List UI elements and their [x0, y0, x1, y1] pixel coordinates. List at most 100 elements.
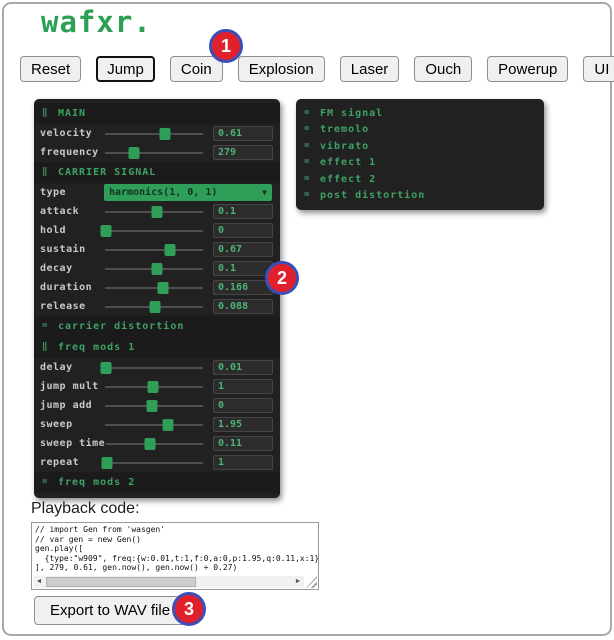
- preset-toolbar: Reset Jump Coin Explosion Laser Ouch Powerup UI: [20, 56, 614, 82]
- param-label: type: [40, 187, 104, 198]
- param-label: decay: [40, 263, 104, 274]
- slider-thumb[interactable]: [165, 244, 176, 256]
- preset-button-ui[interactable]: UI: [583, 56, 614, 82]
- section-header-carrier-distortion[interactable]: =carrier distortion: [34, 316, 280, 337]
- playback-code-label: Playback code:: [31, 500, 140, 518]
- slider-track: [105, 152, 203, 154]
- playback-code-textarea[interactable]: // import Gen from 'wasgen' // var gen =…: [31, 522, 319, 590]
- sweep-time-slider[interactable]: [105, 436, 204, 451]
- repeat-slider[interactable]: [104, 455, 204, 470]
- release-value-input[interactable]: 0.088: [213, 299, 273, 314]
- sweep-time-value-input[interactable]: 0.11: [213, 436, 273, 451]
- scrollbar-thumb[interactable]: [46, 577, 196, 587]
- section-title: post distortion: [320, 190, 425, 201]
- sweep-slider[interactable]: [104, 417, 204, 432]
- preset-button-laser[interactable]: Laser: [340, 56, 400, 82]
- callout-badge-1: 1: [209, 29, 243, 63]
- scroll-left-arrow-icon[interactable]: ◄: [33, 576, 45, 588]
- section-title: effect 1: [320, 157, 376, 168]
- frequency-slider[interactable]: [104, 145, 204, 160]
- preset-button-reset[interactable]: Reset: [20, 56, 81, 82]
- jump-mult-slider[interactable]: [104, 379, 204, 394]
- velocity-value-input[interactable]: 0.61: [213, 126, 273, 141]
- duration-value-input[interactable]: 0.166: [213, 280, 273, 295]
- preset-button-jump[interactable]: Jump: [96, 56, 155, 82]
- slider-thumb[interactable]: [101, 362, 112, 374]
- decay-slider[interactable]: [104, 261, 204, 276]
- jump-add-value-input[interactable]: 0: [213, 398, 273, 413]
- section-header-vibrato[interactable]: =vibrato: [296, 138, 544, 155]
- slider-thumb[interactable]: [150, 301, 161, 313]
- section-header-freq-mods-1[interactable]: ‖freq mods 1: [34, 337, 280, 358]
- resize-grip-icon[interactable]: [306, 576, 317, 588]
- sweep-value-input[interactable]: 1.95: [213, 417, 273, 432]
- param-row-repeat: repeat1: [34, 453, 280, 472]
- hold-slider[interactable]: [104, 223, 204, 238]
- hold-value-input[interactable]: 0: [213, 223, 273, 238]
- param-label: delay: [40, 362, 104, 373]
- slider-thumb[interactable]: [158, 282, 169, 294]
- slider-track: [105, 287, 203, 289]
- section-header-freq-mods-2[interactable]: = freq mods 2: [34, 472, 280, 493]
- section-header-carrier-signal[interactable]: ‖CARRIER SIGNAL: [34, 162, 280, 183]
- slider-thumb[interactable]: [102, 457, 113, 469]
- section-title: freq mods 2: [58, 477, 135, 488]
- section-collapsed-icon: =: [304, 125, 313, 134]
- preset-button-powerup[interactable]: Powerup: [487, 56, 568, 82]
- section-title: tremolo: [320, 124, 369, 135]
- export-wav-button[interactable]: Export to WAV file: [34, 596, 186, 625]
- repeat-value-input[interactable]: 1: [213, 455, 273, 470]
- section-collapsed-icon: =: [42, 478, 51, 487]
- decay-value-input[interactable]: 0.1: [213, 261, 273, 276]
- section-header-post-distortion[interactable]: =post distortion: [296, 188, 544, 205]
- param-row-type: type harmonics(1, 0, 1) ▼: [34, 183, 280, 202]
- attack-slider[interactable]: [104, 204, 204, 219]
- preset-button-coin[interactable]: Coin: [170, 56, 223, 82]
- slider-thumb[interactable]: [160, 128, 171, 140]
- duration-slider[interactable]: [104, 280, 204, 295]
- param-label: duration: [40, 282, 104, 293]
- delay-slider[interactable]: [104, 360, 204, 375]
- param-label: attack: [40, 206, 104, 217]
- section-header-effect-1[interactable]: =effect 1: [296, 155, 544, 172]
- slider-thumb[interactable]: [152, 206, 163, 218]
- preset-button-explosion[interactable]: Explosion: [238, 56, 325, 82]
- scroll-right-arrow-icon[interactable]: ►: [292, 576, 304, 588]
- section-title: MAIN: [58, 108, 86, 119]
- frequency-value-input[interactable]: 279: [213, 145, 273, 160]
- param-label: sweep: [40, 419, 104, 430]
- fx-panel: =FM signal = tremolo =vibrato=effect 1=effe…: [296, 99, 544, 210]
- jump-mult-value-input[interactable]: 1: [213, 379, 273, 394]
- slider-thumb[interactable]: [147, 400, 158, 412]
- sustain-slider[interactable]: [104, 242, 204, 257]
- section-header-fm-signal[interactable]: =FM signal: [296, 105, 544, 122]
- type-select[interactable]: harmonics(1, 0, 1) ▼: [104, 184, 272, 201]
- slider-thumb[interactable]: [101, 225, 112, 237]
- release-slider[interactable]: [104, 299, 204, 314]
- param-row-decay: decay 0.1: [34, 259, 280, 278]
- section-header-main[interactable]: ‖MAIN: [34, 103, 280, 124]
- slider-thumb[interactable]: [129, 147, 140, 159]
- slider-thumb[interactable]: [163, 419, 174, 431]
- attack-value-input[interactable]: 0.1: [213, 204, 273, 219]
- app-title: wafxr.: [41, 5, 152, 39]
- slider-thumb[interactable]: [152, 263, 163, 275]
- preset-button-ouch[interactable]: Ouch: [414, 56, 472, 82]
- slider-thumb[interactable]: [144, 438, 155, 450]
- jump-add-slider[interactable]: [104, 398, 204, 413]
- param-label: velocity: [40, 128, 104, 139]
- select-value: harmonics(1, 0, 1): [109, 187, 217, 198]
- slider-thumb[interactable]: [148, 381, 159, 393]
- sustain-value-input[interactable]: 0.67: [213, 242, 273, 257]
- param-row-sweep-time: sweep time0.11: [34, 434, 280, 453]
- chevron-down-icon: ▼: [262, 188, 267, 197]
- playback-code-text: // import Gen from 'wasgen' // var gen =…: [35, 525, 318, 573]
- section-header-tremolo[interactable]: = tremolo: [296, 122, 544, 139]
- horizontal-scrollbar[interactable]: ◄ ►: [33, 576, 304, 588]
- section-header-effect-2[interactable]: =effect 2: [296, 171, 544, 188]
- delay-value-input[interactable]: 0.01: [213, 360, 273, 375]
- section-title: effect 2: [320, 174, 376, 185]
- velocity-slider[interactable]: [104, 126, 204, 141]
- param-label: jump add: [40, 400, 104, 411]
- param-row-release: release0.088: [34, 297, 280, 316]
